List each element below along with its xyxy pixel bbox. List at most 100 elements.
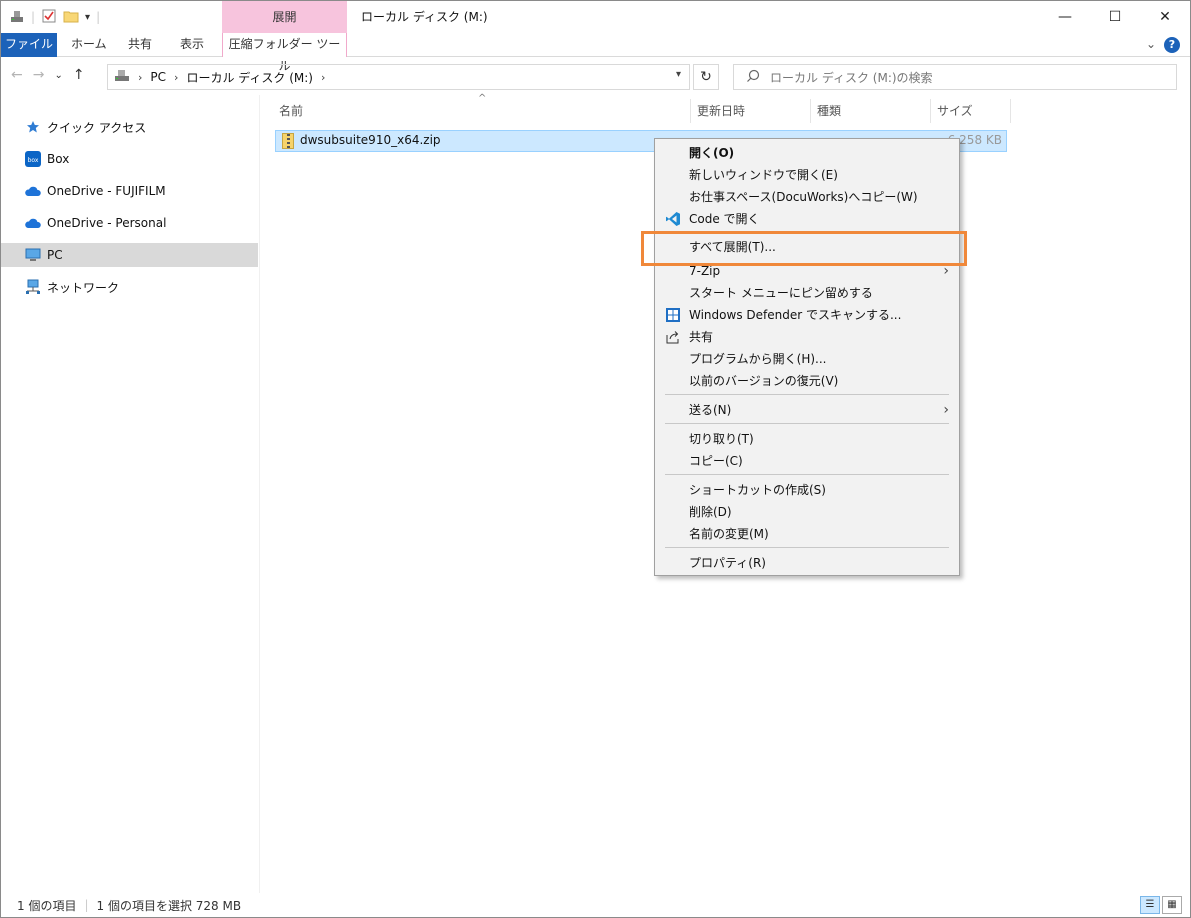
vscode-icon [665,211,681,227]
minimize-button[interactable]: — [1040,1,1090,33]
large-icons-view-icon[interactable]: ▦ [1162,896,1182,914]
menu-item-delete[interactable]: 削除(D) [655,501,959,523]
sidebar-item-pc[interactable]: PC [1,243,258,267]
selection-info: 1 個の項目を選択 728 MB [96,898,242,913]
forward-button[interactable]: → [33,67,45,83]
search-box[interactable]: ローカル ディスク (M:)の検索 [733,64,1177,90]
item-count: 1 個の項目 [17,898,77,913]
pc-icon [25,247,41,263]
chevron-down-icon[interactable]: ⌄ [1146,37,1156,53]
zip-folder-icon [282,133,294,149]
menu-item-send-to[interactable]: 送る(N) › [655,399,959,421]
tab-file[interactable]: ファイル [1,33,57,57]
explorer-window: | ▾ | 展開 ローカル ディスク (M:) — ☐ ✕ ファイル ホーム 共… [0,0,1191,918]
breadcrumb-separator: › [138,70,143,84]
recent-locations-button[interactable]: ⌄ [54,70,62,81]
chevron-right-icon: › [943,402,949,418]
refresh-button[interactable]: ↻ [693,64,719,90]
menu-item-create-shortcut[interactable]: ショートカットの作成(S) [655,479,959,501]
properties-icon[interactable] [41,8,57,27]
menu-item-label: 共有 [689,330,714,344]
back-button[interactable]: ← [11,67,23,83]
column-header-date[interactable]: 更新日時 [691,99,811,123]
menu-divider [665,474,949,475]
column-header-size[interactable]: サイズ [931,99,1011,123]
breadcrumb-separator: › [321,70,326,84]
search-icon [746,69,760,86]
ribbon-tabs: ファイル ホーム 共有 表示 圧縮フォルダー ツール ⌄ ? [1,33,1190,73]
navigation-pane: クイック アクセス box Box OneDrive - FUJIFILM On… [1,95,260,893]
svg-text:box: box [28,157,39,164]
tab-view[interactable]: 表示 [168,33,216,57]
menu-item-pin-to-start[interactable]: スタート メニューにピン留めする [655,282,959,304]
sidebar-item-label: OneDrive - FUJIFILM [47,184,166,198]
cloud-icon [25,215,41,231]
menu-item-copy[interactable]: コピー(C) [655,450,959,472]
menu-item-share[interactable]: 共有 [655,326,959,348]
sidebar-item-onedrive-personal[interactable]: OneDrive - Personal [1,211,258,235]
menu-item-label: 送る(N) [689,403,732,417]
sidebar-item-label: OneDrive - Personal [47,216,167,230]
menu-item-label: Code で開く [689,212,760,226]
search-placeholder: ローカル ディスク (M:)の検索 [770,70,933,85]
star-icon [25,119,41,135]
network-icon [25,279,41,295]
status-bar: 1 個の項目 | 1 個の項目を選択 728 MB ☰ ▦ [1,893,1190,917]
customize-toolbar-icon[interactable]: ▾ [85,12,90,23]
highlight-box [641,231,967,266]
sidebar-item-network[interactable]: ネットワーク [1,275,258,299]
menu-divider [665,547,949,548]
sidebar-item-quick-access[interactable]: クイック アクセス [1,115,258,139]
menu-item-open-with[interactable]: プログラムから開く(H)... [655,348,959,370]
quick-access-toolbar: | ▾ | [9,7,100,27]
menu-item-open[interactable]: 開く(O) [655,142,959,164]
drive-icon[interactable] [9,8,25,27]
tab-share[interactable]: 共有 [116,33,164,57]
sidebar-item-label: PC [47,248,63,262]
menu-item-cut[interactable]: 切り取り(T) [655,428,959,450]
status-divider: | [84,898,89,912]
column-header-type[interactable]: 種類 [811,99,931,123]
breadcrumb-local-disk[interactable]: ローカル ディスク (M:) [186,69,313,86]
address-dropdown-icon[interactable]: ▾ [676,69,681,80]
menu-item-label: 7-Zip [689,264,721,278]
menu-item-defender-scan[interactable]: Windows Defender でスキャンする... [655,304,959,326]
menu-item-copy-to-docuworks[interactable]: お仕事スペース(DocuWorks)へコピー(W) [655,186,959,208]
share-icon [665,329,681,345]
menu-item-restore-versions[interactable]: 以前のバージョンの復元(V) [655,370,959,392]
window-title: ローカル ディスク (M:) [361,10,488,24]
ribbon-right-controls: ⌄ ? [1146,37,1180,53]
help-icon[interactable]: ? [1164,37,1180,53]
context-menu: 開く(O) 新しいウィンドウで開く(E) お仕事スペース(DocuWorks)へ… [654,138,960,576]
menu-item-open-with-code[interactable]: Code で開く [655,208,959,230]
menu-item-properties[interactable]: プロパティ(R) [655,552,959,574]
menu-divider [665,394,949,395]
sidebar-item-onedrive-fujifilm[interactable]: OneDrive - FUJIFILM [1,179,258,203]
defender-shield-icon [665,307,681,323]
menu-item-label: Windows Defender でスキャンする... [689,308,902,322]
toolbar-divider: | [31,10,36,24]
tab-home[interactable]: ホーム [59,33,119,57]
up-button[interactable]: ↑ [73,67,85,83]
view-switcher: ☰ ▦ [1140,896,1182,914]
navigation-row: ← → ⌄ ↑ › PC › ローカル ディスク (M:) › ▾ ↻ ローカル… [1,59,1190,95]
toolbar-divider: | [96,10,101,24]
menu-item-open-new-window[interactable]: 新しいウィンドウで開く(E) [655,164,959,186]
sidebar-item-label: クイック アクセス [47,120,147,135]
context-tab-extract[interactable]: 展開 [222,1,347,33]
new-folder-icon[interactable] [63,8,79,27]
box-icon: box [25,151,41,167]
sidebar-item-label: Box [47,152,70,166]
menu-item-rename[interactable]: 名前の変更(M) [655,523,959,545]
breadcrumb-pc[interactable]: PC [150,70,166,84]
drive-icon [114,69,130,86]
maximize-button[interactable]: ☐ [1090,1,1140,33]
tab-compressed-folder-tools[interactable]: 圧縮フォルダー ツール [222,33,347,73]
breadcrumb-separator: › [174,70,179,84]
address-bar[interactable]: › PC › ローカル ディスク (M:) › ▾ [107,64,690,90]
column-header-name[interactable]: 名前 [273,99,691,123]
details-view-icon[interactable]: ☰ [1140,896,1160,914]
sidebar-item-box[interactable]: box Box [1,147,258,171]
cloud-icon [25,183,41,199]
close-button[interactable]: ✕ [1140,1,1190,33]
